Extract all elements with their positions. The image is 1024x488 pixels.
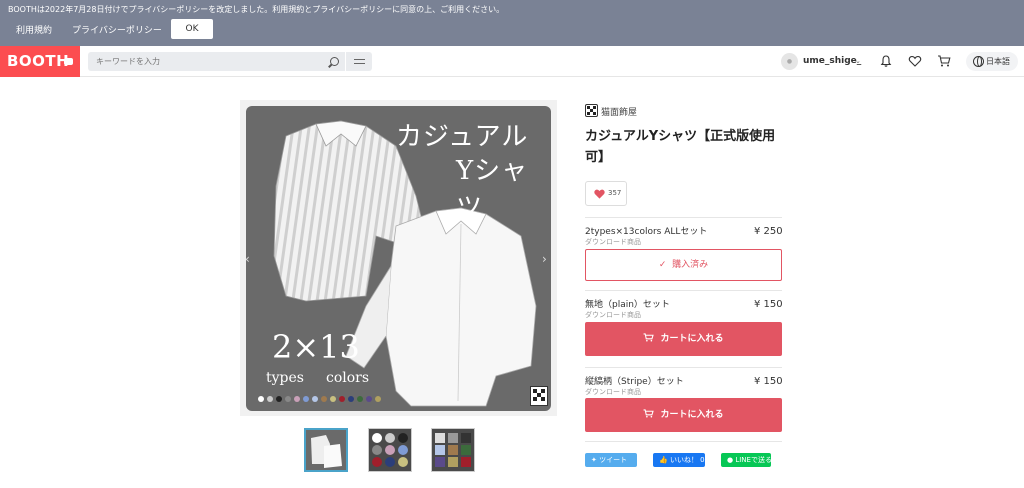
purchased-button[interactable]: ✓ 購入済み bbox=[585, 249, 782, 281]
facebook-like-button[interactable]: 👍 いいね！ 0 bbox=[653, 453, 705, 467]
color-swatch bbox=[312, 396, 318, 402]
variant-name: 無地（plain）セット bbox=[585, 300, 670, 310]
globe-icon bbox=[973, 56, 984, 67]
tweet-button[interactable]: ✦ ツイート bbox=[585, 453, 637, 467]
divider bbox=[585, 441, 782, 442]
avatar[interactable]: ● bbox=[781, 53, 798, 70]
color-swatch bbox=[339, 396, 345, 402]
cart-icon bbox=[644, 409, 655, 418]
privacy-policy-link[interactable]: プライバシーポリシー bbox=[72, 23, 162, 36]
color-swatch bbox=[348, 396, 354, 402]
facebook-like-label: いいね！ 0 bbox=[669, 456, 705, 464]
variant-price: ¥ 150 bbox=[754, 376, 783, 387]
color-swatch bbox=[294, 396, 300, 402]
twitter-icon: ✦ bbox=[591, 456, 600, 464]
like-count: 357 bbox=[608, 189, 622, 197]
product-main-image[interactable]: カジュアル Yシャツ 2×13 types colors bbox=[246, 106, 551, 411]
heart-icon[interactable] bbox=[908, 54, 922, 68]
variant-price: ¥ 150 bbox=[754, 299, 783, 310]
color-swatch bbox=[267, 396, 273, 402]
notice-text: BOOTHは2022年7月28日付けでプライバシーポリシーを改定しました。利用規… bbox=[8, 5, 505, 14]
product-title: カジュアルYシャツ【正式版使用可】 bbox=[585, 129, 776, 165]
site-header: BOOTH ● ume_shige_ ⌄ 日本語 bbox=[0, 46, 1024, 77]
variant-type: ダウンロード商品 bbox=[585, 238, 641, 246]
gallery-thumbnail[interactable] bbox=[368, 428, 412, 472]
search-input[interactable] bbox=[96, 52, 316, 71]
variant-name: 縦縞柄（Stripe）セット bbox=[585, 377, 684, 387]
logo-mark-icon bbox=[64, 58, 73, 65]
product-gallery: カジュアル Yシャツ 2×13 types colors ‹ › bbox=[240, 100, 557, 416]
filter-icon bbox=[354, 57, 365, 66]
search-box bbox=[88, 52, 345, 71]
image-variant-count: 2×13 bbox=[272, 328, 360, 366]
color-swatch bbox=[285, 396, 291, 402]
gallery-next-icon[interactable]: › bbox=[542, 252, 547, 266]
divider bbox=[585, 367, 782, 368]
image-title-line2: Yシャツ bbox=[456, 156, 529, 223]
color-swatch bbox=[330, 396, 336, 402]
like-button[interactable]: 357 bbox=[585, 181, 627, 206]
divider bbox=[585, 290, 782, 291]
bell-icon[interactable] bbox=[879, 54, 893, 68]
add-to-cart-button[interactable]: カートに入れる bbox=[585, 322, 782, 356]
color-swatch bbox=[321, 396, 327, 402]
color-swatch bbox=[303, 396, 309, 402]
language-label: 日本語 bbox=[986, 57, 1010, 66]
privacy-notice-bar: BOOTHは2022年7月28日付けでプライバシーポリシーを改定しました。利用規… bbox=[0, 0, 1024, 46]
color-swatch bbox=[375, 396, 381, 402]
gallery-thumbnail[interactable] bbox=[431, 428, 475, 472]
cart-icon bbox=[644, 333, 655, 342]
shop-name-link[interactable]: 猫面飾屋 bbox=[601, 105, 637, 118]
add-to-cart-label: カートに入れる bbox=[660, 334, 724, 344]
purchased-label: 購入済み bbox=[672, 260, 709, 270]
username[interactable]: ume_shige_ bbox=[803, 56, 861, 66]
add-to-cart-button[interactable]: カートに入れる bbox=[585, 398, 782, 432]
chevron-down-icon[interactable]: ⌄ bbox=[855, 57, 861, 65]
terms-link[interactable]: 利用規約 bbox=[16, 23, 52, 36]
tweet-label: ツイート bbox=[599, 456, 628, 464]
line-share-label: LINEで送る bbox=[735, 456, 772, 464]
line-share-button[interactable]: ● LINEで送る bbox=[721, 453, 772, 467]
image-colors-label: colors bbox=[326, 370, 370, 386]
thumbs-up-icon: 👍 bbox=[659, 456, 670, 464]
variant-type: ダウンロード商品 bbox=[585, 311, 641, 319]
language-selector[interactable]: 日本語 bbox=[966, 52, 1018, 71]
add-to-cart-label: カートに入れる bbox=[660, 410, 724, 420]
variant-price: ¥ 250 bbox=[754, 226, 783, 237]
image-types-label: types bbox=[266, 370, 304, 386]
color-swatch bbox=[276, 396, 282, 402]
color-swatch bbox=[357, 396, 363, 402]
check-icon: ✓ bbox=[658, 260, 673, 270]
search-icon[interactable] bbox=[330, 57, 339, 66]
cart-icon[interactable] bbox=[937, 54, 951, 68]
heart-icon bbox=[594, 189, 605, 199]
color-swatch bbox=[366, 396, 372, 402]
booth-logo[interactable]: BOOTH bbox=[0, 46, 80, 77]
search-filter-button[interactable] bbox=[345, 52, 372, 71]
variant-type: ダウンロード商品 bbox=[585, 388, 641, 396]
notice-ok-button[interactable]: OK bbox=[171, 19, 213, 39]
shop-seal-icon bbox=[530, 386, 548, 406]
logo-text: BOOTH bbox=[7, 52, 70, 70]
variant-name: 2types×13colors ALLセット bbox=[585, 227, 708, 237]
image-title-line1: カジュアル bbox=[396, 122, 529, 152]
divider bbox=[585, 217, 782, 218]
shop-icon[interactable] bbox=[585, 104, 598, 117]
gallery-thumbnail[interactable] bbox=[304, 428, 348, 472]
gallery-prev-icon[interactable]: ‹ bbox=[245, 252, 250, 266]
color-swatch bbox=[258, 396, 264, 402]
